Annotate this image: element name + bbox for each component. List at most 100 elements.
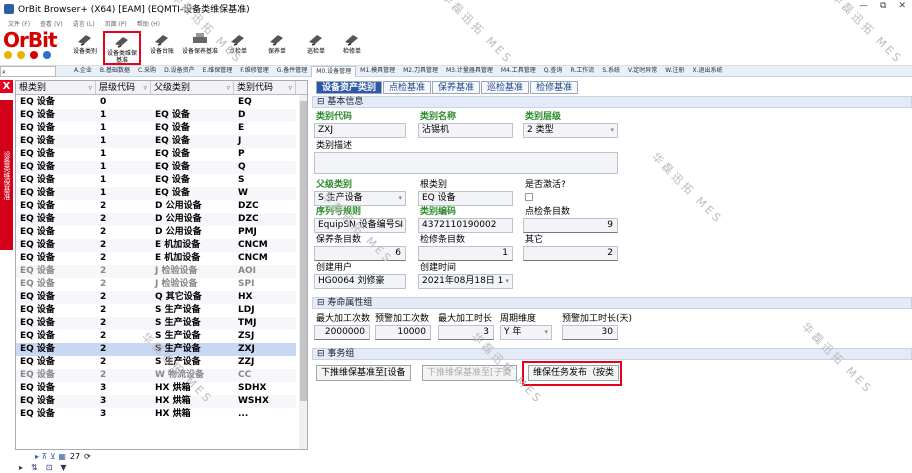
field-category-name[interactable]: 沾锡机 xyxy=(418,123,513,138)
section-life-attrs[interactable]: ⊟ 寿命属性组 xyxy=(312,297,912,309)
table-row[interactable]: EQ 设备 2 S 生产设备 LDJ xyxy=(16,304,296,317)
menu-language[interactable]: 语言 (L) xyxy=(73,19,95,28)
toolbar-maint-button[interactable]: 保养单 xyxy=(258,31,296,65)
field-create-user[interactable]: HG0064 刘修豪 xyxy=(314,274,406,289)
nav-icons[interactable]: ▸ ⊼ ⊻ ▦ xyxy=(35,452,66,461)
module-tab[interactable]: V.定时异常 xyxy=(624,66,661,77)
table-row[interactable]: EQ 设备 0 EQ xyxy=(16,96,296,109)
field-check-count[interactable]: 9 xyxy=(523,218,618,233)
field-warn-count[interactable]: 10000 xyxy=(375,325,431,340)
field-repair-count[interactable]: 1 xyxy=(418,246,513,261)
side-tab-maint-basis[interactable]: 设备类维保基准 xyxy=(0,100,13,250)
module-tab[interactable]: G.备件管理 xyxy=(273,66,312,77)
toolbar-repair-button[interactable]: 检修单 xyxy=(333,31,371,65)
stop-icon[interactable] xyxy=(30,51,38,59)
module-tab[interactable]: M2.刀具管理 xyxy=(399,66,442,77)
first-icon[interactable]: ▸ xyxy=(19,463,23,472)
table-row[interactable]: EQ 设备 2 D 公用设备 DZC xyxy=(16,213,296,226)
section-basic-info[interactable]: ⊟ 基本信息 xyxy=(312,96,912,108)
menu-file[interactable]: 文件 (F) xyxy=(8,19,30,28)
module-tab[interactable]: C.采购 xyxy=(134,66,160,77)
filter-bar-icon[interactable]: ▼ xyxy=(60,463,66,472)
module-tab[interactable]: X.退出系统 xyxy=(688,66,726,77)
table-row[interactable]: EQ 设备 2 J 检验设备 SPI xyxy=(16,278,296,291)
lock-icon[interactable]: ⊡ xyxy=(46,463,53,472)
table-row[interactable]: EQ 设备 1 EQ 设备 J xyxy=(16,135,296,148)
table-row[interactable]: EQ 设备 3 HX 烘箱 WSHX xyxy=(16,395,296,408)
filter-icon[interactable]: ▿ xyxy=(226,81,230,95)
col-parent-category[interactable]: 父级类别 ▿ xyxy=(151,81,234,94)
table-row[interactable]: EQ 设备 1 EQ 设备 P xyxy=(16,148,296,161)
field-period[interactable]: Y 年 ▾ xyxy=(500,325,552,340)
field-warn-duration[interactable]: 30 xyxy=(562,325,618,340)
menu-page[interactable]: 页面 (P) xyxy=(105,19,127,28)
tab-check-basis[interactable]: 点检基准 xyxy=(383,81,432,94)
tab-asset-category[interactable]: 设备资产类别 xyxy=(316,81,383,94)
module-tab[interactable]: M0.设备管理 xyxy=(311,66,357,77)
push-to-equipment-button[interactable]: 下推维保基准至[设备 xyxy=(316,365,411,381)
refresh-icon[interactable]: ⟳ xyxy=(84,452,91,461)
tab-repair-basis[interactable]: 检修基准 xyxy=(530,81,579,94)
field-root-category[interactable]: EQ 设备 xyxy=(418,191,513,206)
table-row[interactable]: EQ 设备 1 EQ 设备 S xyxy=(16,174,296,187)
table-row[interactable]: EQ 设备 1 EQ 设备 E xyxy=(16,122,296,135)
toolbar-maint-basis-button[interactable]: 设备类维保基准 xyxy=(103,31,141,65)
toolbar-patrol-button[interactable]: 巡检单 xyxy=(297,31,335,65)
field-category-level[interactable]: 2 类型 ▾ xyxy=(523,123,618,138)
table-row[interactable]: EQ 设备 2 S 生产设备 TMJ xyxy=(16,317,296,330)
table-row[interactable]: EQ 设备 3 HX 烘箱 SDHX xyxy=(16,382,296,395)
sort-icon[interactable]: ⇅ xyxy=(31,463,38,472)
module-tab[interactable]: M4.工具管理 xyxy=(497,66,540,77)
field-category-desc[interactable] xyxy=(314,152,618,174)
field-category-code[interactable]: ZXJ xyxy=(314,123,406,138)
field-category-number[interactable]: 4372110190002 xyxy=(418,218,513,233)
table-row[interactable]: EQ 设备 2 W 物流设备 CC xyxy=(16,369,296,382)
table-row[interactable]: EQ 设备 2 E 机加设备 CNCM xyxy=(16,239,296,252)
table-row[interactable]: EQ 设备 1 EQ 设备 Q xyxy=(16,161,296,174)
filter-icon[interactable]: ▿ xyxy=(288,81,292,95)
close-panel-button[interactable]: X xyxy=(0,80,13,93)
module-tab[interactable]: D.设备资产 xyxy=(160,66,199,77)
home-icon[interactable] xyxy=(43,51,51,59)
table-row[interactable]: EQ 设备 3 HX 烘箱... xyxy=(16,408,296,421)
module-tab[interactable]: S.系统 xyxy=(598,66,624,77)
search-input[interactable]: ⌕ xyxy=(0,66,56,77)
close-window-button[interactable]: ✕ xyxy=(898,1,906,11)
toolbar-category-button[interactable]: 设备类别 xyxy=(66,31,104,65)
tab-patrol-basis[interactable]: 巡检基准 xyxy=(481,81,530,94)
tab-maint-basis[interactable]: 保养基准 xyxy=(432,81,481,94)
filter-icon[interactable]: ▿ xyxy=(88,81,92,95)
scroll-thumb[interactable] xyxy=(300,101,307,401)
module-tab[interactable]: M1.模具管理 xyxy=(356,66,399,77)
col-category-code[interactable]: 类别代码 ▿ xyxy=(234,81,296,94)
module-tab[interactable]: E.维保管理 xyxy=(199,66,237,77)
module-tab[interactable]: A.企业 xyxy=(70,66,96,77)
field-max-count[interactable]: 2000000 xyxy=(314,325,370,340)
grid-scrollbar[interactable] xyxy=(299,95,307,449)
table-row[interactable]: EQ 设备 1 EQ 设备 D xyxy=(16,109,296,122)
maximize-button[interactable]: ⧉ xyxy=(880,1,886,11)
back-icon[interactable] xyxy=(4,51,12,59)
col-level-code[interactable]: 层级代码 ▿ xyxy=(96,81,151,94)
module-tab[interactable]: Q.查询 xyxy=(540,66,567,77)
table-row[interactable]: EQ 设备 2 D 公用设备 PMJ xyxy=(16,226,296,239)
module-tab[interactable]: R.工作流 xyxy=(566,66,598,77)
table-row[interactable]: EQ 设备 2 J 检验设备 AOI xyxy=(16,265,296,278)
table-row[interactable]: EQ 设备 2 E 机加设备 CNCM xyxy=(16,252,296,265)
forward-icon[interactable] xyxy=(17,51,25,59)
menu-view[interactable]: 查看 (V) xyxy=(40,19,63,28)
field-create-time[interactable]: 2021年08月18日 1 ▾ xyxy=(418,274,513,289)
filter-icon[interactable]: ▿ xyxy=(143,81,147,95)
menu-help[interactable]: 帮助 (H) xyxy=(137,19,160,28)
col-root-category[interactable]: 根类别 ▿ xyxy=(16,81,96,94)
table-row[interactable]: EQ 设备 2 Q 其它设备 HX xyxy=(16,291,296,304)
module-tab[interactable]: B.基础数据 xyxy=(96,66,134,77)
field-other-count[interactable]: 2 xyxy=(523,246,618,261)
module-tab[interactable]: M3.计量器具管理 xyxy=(442,66,497,77)
table-row[interactable]: EQ 设备 1 EQ 设备 W xyxy=(16,187,296,200)
table-row[interactable]: EQ 设备 2 D 公用设备 DZC xyxy=(16,200,296,213)
toolbar-ledger-button[interactable]: 设备台账 xyxy=(143,31,181,65)
module-tab[interactable]: F.维修管理 xyxy=(236,66,272,77)
module-tab[interactable]: W.注册 xyxy=(661,66,688,77)
active-checkbox[interactable] xyxy=(525,193,533,201)
